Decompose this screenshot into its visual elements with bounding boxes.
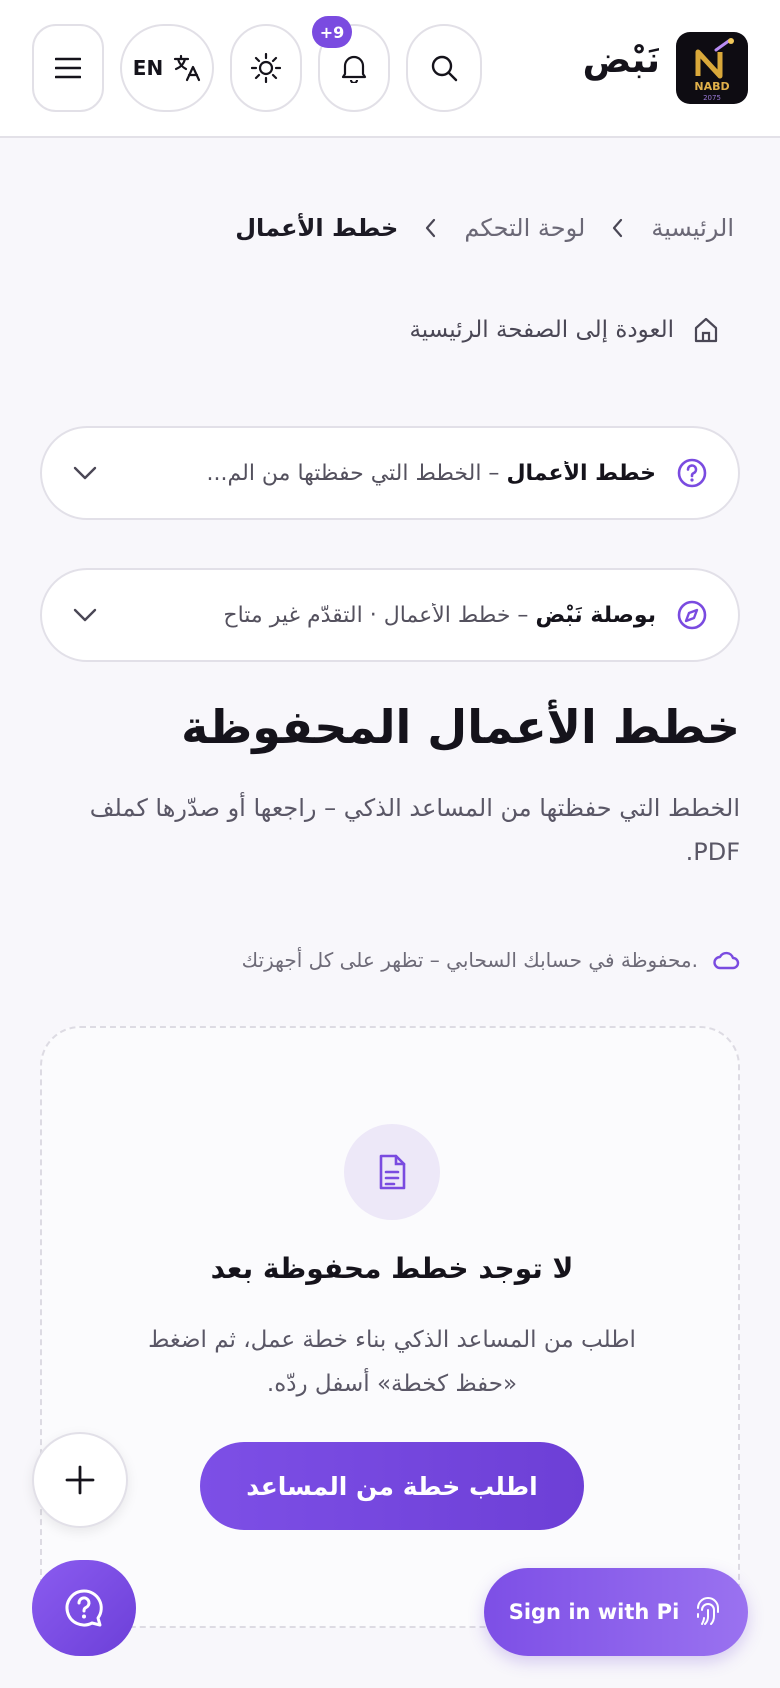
language-label: EN [132,56,164,80]
accordion-text: بوصلة نَبْض – خطط الأعمال · التقدّم غير … [98,603,676,628]
compass-icon [677,600,707,630]
back-to-home-link[interactable]: العودة إلى الصفحة الرئيسية [409,310,720,350]
sign-in-with-pi-button[interactable]: Sign in with Pi [484,1568,748,1656]
chevron-down-icon [73,608,97,622]
help-chat-icon [65,1589,103,1627]
theme-toggle-button[interactable] [230,24,302,112]
help-circle-icon [677,458,707,488]
page-description: الخطط التي حفظتها من المساعد الذكي – راج… [89,794,740,866]
nabd-compass-accordion[interactable]: بوصلة نَبْض – خطط الأعمال · التقدّم غير … [40,568,740,662]
breadcrumb-current: خطط الأعمال [235,214,399,242]
add-button[interactable] [32,1432,128,1528]
empty-state-card: لا توجد خطط محفوظة بعد اطلب من المساعد ا… [40,1026,740,1628]
sun-icon [251,53,281,83]
search-button[interactable] [406,24,482,112]
top-header: EN +9 نَبْض NABD 2075 [0,0,780,138]
sign-in-label: Sign in with Pi [508,1600,680,1624]
logo-year: 2075 [703,94,721,102]
bell-icon [341,55,367,83]
notification-badge: +9 [312,16,352,48]
breadcrumb-home[interactable]: الرئيسية [651,214,734,242]
empty-state-description: اطلب من المساعد الذكي بناء خطة عمل، ثم ا… [148,1327,636,1397]
accordion-subtitle: خطط الأعمال · التقدّم غير متاح [223,602,511,628]
menu-icon [55,57,81,79]
cloud-note-text: محفوظة في حسابك السحابي – تظهر على كل أج… [241,948,698,972]
menu-button[interactable] [32,24,104,112]
business-plans-accordion[interactable]: خطط الأعمال – الخطط التي حفظتها من الم..… [40,426,740,520]
document-icon [379,1154,406,1190]
home-icon [694,317,718,343]
translate-icon [174,54,201,82]
chevron-left-icon [426,218,436,238]
accordion-text: خطط الأعمال – الخطط التي حفظتها من الم..… [98,461,676,486]
chevron-left-icon [613,218,623,238]
document-icon-container [344,1124,440,1220]
breadcrumb-dashboard[interactable]: لوحة التحكم [464,214,585,242]
accordion-separator: – [510,602,536,628]
brand-name: نَبْض [582,40,660,81]
page-title: خطط الأعمال المحفوظة [181,700,740,754]
search-icon [431,55,458,82]
back-link-label: العودة إلى الصفحة الرئيسية [409,317,674,343]
request-plan-button[interactable]: اطلب خطة من المساعد [200,1442,584,1530]
cloud-icon [713,951,740,970]
help-button[interactable] [32,1560,136,1656]
accordion-title: بوصلة نَبْض [535,602,656,628]
empty-state-title: لا توجد خطط محفوظة بعد [210,1252,574,1285]
chevron-down-icon [73,466,97,480]
accordion-separator: – [481,460,507,486]
logo-text: NABD [694,80,729,93]
breadcrumb: الرئيسية لوحة التحكم خطط الأعمال [235,206,734,250]
accordion-title: خطط الأعمال [506,460,656,486]
brand-logo[interactable]: NABD 2075 [676,32,748,104]
language-toggle-button[interactable]: EN [120,24,214,112]
fingerprint-icon [697,1597,720,1625]
cloud-sync-note: محفوظة في حسابك السحابي – تظهر على كل أج… [242,940,740,980]
plus-icon [65,1465,95,1495]
accordion-subtitle: الخطط التي حفظتها من الم... [206,460,482,486]
